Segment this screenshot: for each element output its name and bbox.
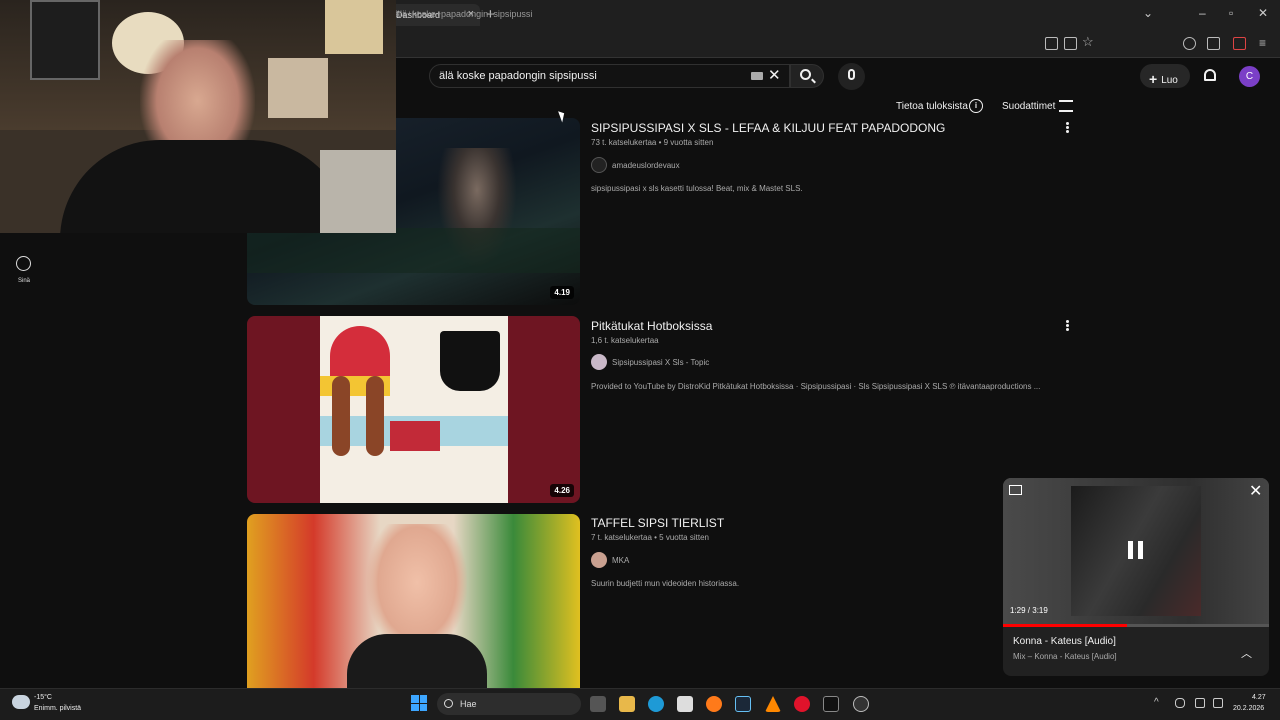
- volume-icon[interactable]: [1213, 698, 1223, 708]
- clock-date[interactable]: 20.2.2026: [1233, 705, 1264, 712]
- video-meta: 73 t. katselukertaa • 9 vuotta sitten: [591, 138, 714, 147]
- video-meta: 1,6 t. katselukertaa: [591, 336, 659, 345]
- search-icon[interactable]: [800, 69, 811, 80]
- create-label: Luo: [1161, 75, 1178, 86]
- webcam-poster: [325, 0, 383, 54]
- webcam-poster: [268, 58, 328, 118]
- video-title[interactable]: TAFFEL SIPSI TIERLIST: [591, 516, 724, 530]
- weather-cloud-icon[interactable]: [12, 695, 30, 709]
- video-description: sipsipussipasi x sls kasetti tulossa! Be…: [591, 184, 803, 193]
- channel-name[interactable]: MKA: [612, 556, 629, 565]
- expand-player-icon[interactable]: [1009, 485, 1022, 495]
- channel-name[interactable]: amadeuslordevaux: [612, 161, 680, 170]
- screenshot-icon[interactable]: [1045, 37, 1058, 50]
- settings-gear-icon[interactable]: [853, 696, 869, 712]
- task-view-icon[interactable]: [590, 696, 606, 712]
- firefox-icon[interactable]: [706, 696, 722, 712]
- miniplayer-title[interactable]: Konna - Kateus [Audio]: [1013, 636, 1116, 647]
- webcam-overlay: [0, 0, 396, 233]
- channel-name[interactable]: Sipsipussipasi X Sls - Topic: [612, 358, 709, 367]
- minimize-icon[interactable]: –: [1199, 6, 1206, 20]
- search-query[interactable]: älä koske papadongin sipsipussi: [439, 70, 597, 82]
- steam-icon[interactable]: [735, 696, 751, 712]
- pause-icon[interactable]: [1128, 541, 1144, 559]
- bookmark-star-icon[interactable]: ☆: [1082, 34, 1094, 50]
- progress-bar[interactable]: [1003, 624, 1269, 627]
- url-text[interactable]: älä+koske+papadongin+sipsipussi: [395, 9, 532, 19]
- info-icon[interactable]: i: [969, 99, 983, 113]
- account-avatar[interactable]: C: [1239, 66, 1260, 87]
- chevron-up-icon[interactable]: ︿: [1241, 645, 1252, 661]
- network-icon[interactable]: [1195, 698, 1205, 708]
- tray-overflow-chevron-icon[interactable]: ^: [1154, 697, 1159, 708]
- taskbar: [0, 688, 1280, 720]
- weather-temperature[interactable]: -15°C: [34, 694, 52, 701]
- clock-time[interactable]: 4.27: [1252, 694, 1266, 701]
- video-description: Provided to YouTube by DistroKid Pitkätu…: [591, 382, 1041, 391]
- art-hair: [366, 376, 384, 456]
- filters-icon[interactable]: [1059, 100, 1073, 112]
- maximize-icon[interactable]: ▫: [1229, 6, 1233, 20]
- clear-search-icon[interactable]: ✕: [768, 66, 781, 84]
- terminal-icon[interactable]: [823, 696, 839, 712]
- start-button[interactable]: [411, 695, 427, 711]
- channel-avatar[interactable]: [591, 552, 607, 568]
- extensions-icon[interactable]: [1207, 37, 1220, 50]
- webcam-body: [60, 140, 350, 233]
- store-icon[interactable]: [677, 696, 693, 712]
- more-options-icon[interactable]: [1064, 121, 1070, 134]
- video-thumbnail[interactable]: 4.26: [247, 316, 580, 503]
- video-title[interactable]: SIPSIPUSSIPASI X SLS - LEFAA & KILJUU FE…: [591, 121, 945, 135]
- more-options-icon[interactable]: [1064, 319, 1070, 332]
- playback-time: 1:29 / 3:19: [1010, 606, 1048, 615]
- microphone-tray-icon[interactable]: [1175, 698, 1185, 708]
- channel-avatar[interactable]: [591, 157, 607, 173]
- thumbnail-shirt: [347, 634, 487, 688]
- video-title[interactable]: Pitkätukat Hotboksissa: [591, 319, 712, 333]
- video-description: Suurin budjetti mun videoiden historiass…: [591, 579, 740, 588]
- you-icon[interactable]: [16, 256, 31, 271]
- keyboard-icon[interactable]: [751, 72, 763, 80]
- close-window-icon[interactable]: ✕: [1258, 6, 1268, 20]
- thumbnail-floor: [247, 228, 580, 273]
- art-house: [390, 421, 440, 451]
- about-results-link[interactable]: Tietoa tuloksista: [896, 101, 968, 112]
- taskbar-search[interactable]: [437, 693, 581, 715]
- weather-description[interactable]: Enimm. pilvistä: [34, 705, 81, 712]
- edge-icon[interactable]: [648, 696, 664, 712]
- duration-badge: 4.26: [550, 484, 574, 497]
- menu-icon[interactable]: ≡: [1259, 36, 1266, 50]
- video-meta: 7 t. katselukertaa • 5 vuotta sitten: [591, 533, 709, 542]
- progress-fill: [1003, 624, 1127, 627]
- miniplayer-subtitle: Mix – Konna - Kateus [Audio]: [1013, 652, 1117, 661]
- microphone-icon[interactable]: [848, 69, 855, 80]
- filters-button[interactable]: Suodattimet: [1002, 101, 1055, 112]
- art-hair: [332, 376, 350, 456]
- album-art: [320, 316, 508, 503]
- file-explorer-icon[interactable]: [619, 696, 635, 712]
- close-miniplayer-icon[interactable]: ✕: [1249, 481, 1262, 501]
- taskbar-search-placeholder[interactable]: Hae: [460, 699, 477, 709]
- opera-icon[interactable]: [794, 696, 810, 712]
- webcam-chair: [320, 150, 396, 233]
- search-icon[interactable]: [444, 699, 453, 708]
- webcam-poster: [30, 0, 100, 80]
- channel-avatar[interactable]: [591, 354, 607, 370]
- plus-icon: +: [1149, 71, 1158, 87]
- tab-list-chevron-icon[interactable]: ⌄: [1143, 6, 1153, 20]
- sidebar-item-you[interactable]: Sinä: [18, 278, 30, 284]
- reader-icon[interactable]: [1064, 37, 1077, 50]
- art-window: [440, 331, 500, 391]
- duration-badge: 4.19: [550, 286, 574, 299]
- notifications-bell-icon[interactable]: [1204, 69, 1216, 81]
- video-thumbnail[interactable]: [247, 514, 580, 688]
- account-icon[interactable]: [1183, 37, 1196, 50]
- extension-badge-icon[interactable]: [1233, 37, 1246, 50]
- create-button[interactable]: + Luo: [1140, 64, 1190, 88]
